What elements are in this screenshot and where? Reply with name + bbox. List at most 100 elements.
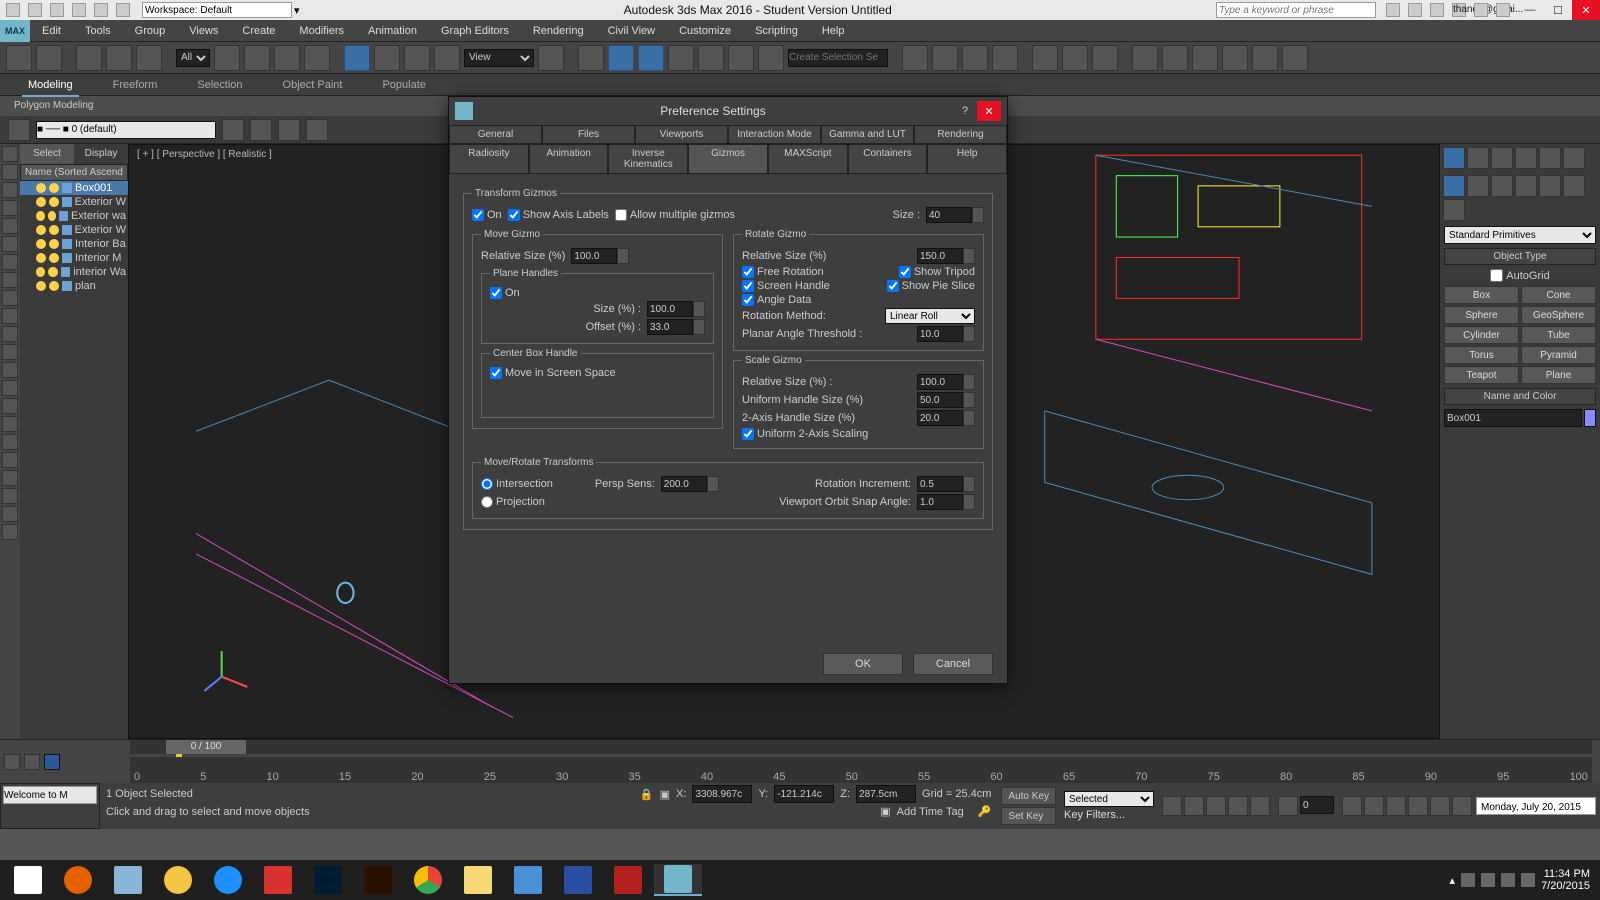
primitive-type-selector[interactable]: Standard Primitives bbox=[1444, 226, 1596, 244]
uh-spinner[interactable] bbox=[917, 392, 975, 408]
tab-gizmos[interactable]: Gizmos bbox=[688, 144, 768, 174]
scene-row[interactable]: Box001 bbox=[20, 181, 128, 195]
ref-coord-system[interactable]: View bbox=[464, 49, 534, 67]
ls-icon[interactable] bbox=[2, 254, 18, 270]
spinner-arrows-icon[interactable] bbox=[963, 326, 975, 342]
layer-manager-icon[interactable] bbox=[8, 119, 30, 141]
scene-header[interactable]: Name (Sorted Ascend bbox=[20, 164, 128, 181]
btn-torus[interactable]: Torus bbox=[1444, 346, 1519, 364]
tab-general[interactable]: General bbox=[449, 125, 542, 144]
undo-icon[interactable] bbox=[72, 3, 86, 17]
time-config-icon[interactable] bbox=[44, 754, 60, 770]
freeze-icon[interactable] bbox=[49, 183, 59, 193]
cat-systems-icon[interactable] bbox=[1443, 199, 1465, 221]
selection-set-field[interactable] bbox=[788, 49, 888, 67]
rendered-frame-button[interactable] bbox=[1092, 45, 1118, 71]
edit-named-sel-button[interactable] bbox=[728, 45, 754, 71]
visibility-icon[interactable] bbox=[36, 281, 46, 291]
lock-icon[interactable]: 🔒 bbox=[640, 788, 654, 801]
chk-show-pie[interactable]: Show Pie Slice bbox=[887, 280, 975, 292]
chk-center-move[interactable]: Move in Screen Space bbox=[490, 367, 616, 379]
selection-region-button[interactable] bbox=[274, 45, 300, 71]
workspace-field[interactable] bbox=[142, 2, 292, 18]
schematic-view-button[interactable] bbox=[992, 45, 1018, 71]
scene-row[interactable]: plan bbox=[20, 279, 128, 293]
spinner-arrows-icon[interactable] bbox=[972, 207, 984, 223]
ribbon-tab-object-paint[interactable]: Object Paint bbox=[283, 79, 343, 91]
ls-icon[interactable] bbox=[2, 380, 18, 396]
render-preset-button[interactable] bbox=[1222, 45, 1248, 71]
scene-row[interactable]: Exterior W bbox=[20, 195, 128, 209]
tab-gamma[interactable]: Gamma and LUT bbox=[821, 125, 914, 144]
workspace-selector[interactable]: ▾ bbox=[142, 2, 300, 18]
dialog-close-button[interactable]: ✕ bbox=[977, 101, 1001, 121]
infosearch-box[interactable] bbox=[1216, 2, 1376, 18]
fov-icon[interactable] bbox=[1408, 796, 1428, 816]
unlink-button[interactable] bbox=[106, 45, 132, 71]
tab-containers[interactable]: Containers bbox=[848, 144, 928, 174]
tab-animation[interactable]: Animation bbox=[529, 144, 609, 174]
ls-icon[interactable] bbox=[2, 164, 18, 180]
ok-button[interactable]: OK bbox=[823, 653, 903, 675]
time-ruler[interactable]: 0 5 10 15 20 25 30 35 40 45 50 55 60 65 … bbox=[130, 757, 1592, 783]
window-crossing-button[interactable] bbox=[304, 45, 330, 71]
visibility-icon[interactable] bbox=[36, 225, 46, 235]
spinner-arrows-icon[interactable] bbox=[963, 494, 975, 510]
scene-row[interactable]: Interior Ba bbox=[20, 237, 128, 251]
use-center-button[interactable] bbox=[538, 45, 564, 71]
next-key-icon[interactable] bbox=[24, 754, 40, 770]
task-photoshop[interactable] bbox=[304, 864, 352, 896]
next-frame-icon[interactable] bbox=[1228, 796, 1248, 816]
menu-help[interactable]: Help bbox=[810, 20, 857, 42]
menu-create[interactable]: Create bbox=[230, 20, 287, 42]
time-scrub[interactable]: 0 / 100 bbox=[130, 740, 1592, 754]
task-3dsmax[interactable] bbox=[654, 864, 702, 896]
btn-cylinder[interactable]: Cylinder bbox=[1444, 326, 1519, 344]
visibility-icon[interactable] bbox=[36, 267, 45, 277]
cat-spacewarps-icon[interactable] bbox=[1563, 175, 1585, 197]
goto-start-icon[interactable] bbox=[1162, 796, 1182, 816]
chk-on[interactable]: On bbox=[472, 209, 502, 221]
ls-icon[interactable] bbox=[2, 182, 18, 198]
search-input[interactable] bbox=[1217, 3, 1375, 17]
cat-lights-icon[interactable] bbox=[1491, 175, 1513, 197]
open-icon[interactable] bbox=[28, 3, 42, 17]
task-calc[interactable] bbox=[104, 864, 152, 896]
close-button[interactable]: ✕ bbox=[1572, 0, 1600, 20]
tab-files[interactable]: Files bbox=[542, 125, 635, 144]
redo-button[interactable] bbox=[36, 45, 62, 71]
render-a360-button[interactable] bbox=[1282, 45, 1308, 71]
set-key-button[interactable]: Set Key bbox=[1001, 807, 1056, 825]
ribbon-tab-modeling[interactable]: Modeling bbox=[28, 79, 73, 91]
pan-icon[interactable] bbox=[1342, 796, 1362, 816]
rot-method-dropdown[interactable]: Linear Roll bbox=[885, 308, 975, 324]
menu-modifiers[interactable]: Modifiers bbox=[287, 20, 356, 42]
freeze-icon[interactable] bbox=[49, 239, 59, 249]
tab-modify-icon[interactable] bbox=[1467, 147, 1489, 169]
visibility-icon[interactable] bbox=[36, 211, 45, 221]
tab-interaction[interactable]: Interaction Mode bbox=[728, 125, 821, 144]
render-iterative-button[interactable] bbox=[1132, 45, 1158, 71]
zoom-extents-icon[interactable] bbox=[1386, 796, 1406, 816]
menu-edit[interactable]: Edit bbox=[30, 20, 73, 42]
btn-teapot[interactable]: Teapot bbox=[1444, 366, 1519, 384]
cat-geometry-icon[interactable] bbox=[1443, 175, 1465, 197]
cancel-button[interactable]: Cancel bbox=[913, 653, 993, 675]
layer-btn-4[interactable] bbox=[306, 119, 328, 141]
layer-selector[interactable] bbox=[36, 121, 216, 139]
layers-button[interactable] bbox=[932, 45, 958, 71]
spinner-arrows-icon[interactable] bbox=[693, 301, 705, 317]
play-icon[interactable] bbox=[1206, 796, 1226, 816]
curve-editor-button[interactable] bbox=[962, 45, 988, 71]
goto-end-icon[interactable] bbox=[1250, 796, 1270, 816]
favorites-icon[interactable] bbox=[1474, 3, 1488, 17]
rollout-object-type[interactable]: Object Type bbox=[1444, 248, 1596, 265]
spinner-arrows-icon[interactable] bbox=[693, 319, 705, 335]
coord-y-field[interactable] bbox=[774, 785, 834, 803]
radio-intersection[interactable]: Intersection bbox=[481, 478, 553, 490]
rot-relsize-spinner[interactable] bbox=[917, 248, 975, 264]
user-name[interactable]: thandy@gmai... bbox=[1452, 3, 1466, 17]
btn-sphere[interactable]: Sphere bbox=[1444, 306, 1519, 324]
visibility-icon[interactable] bbox=[36, 253, 46, 263]
ls-icon[interactable] bbox=[2, 470, 18, 486]
